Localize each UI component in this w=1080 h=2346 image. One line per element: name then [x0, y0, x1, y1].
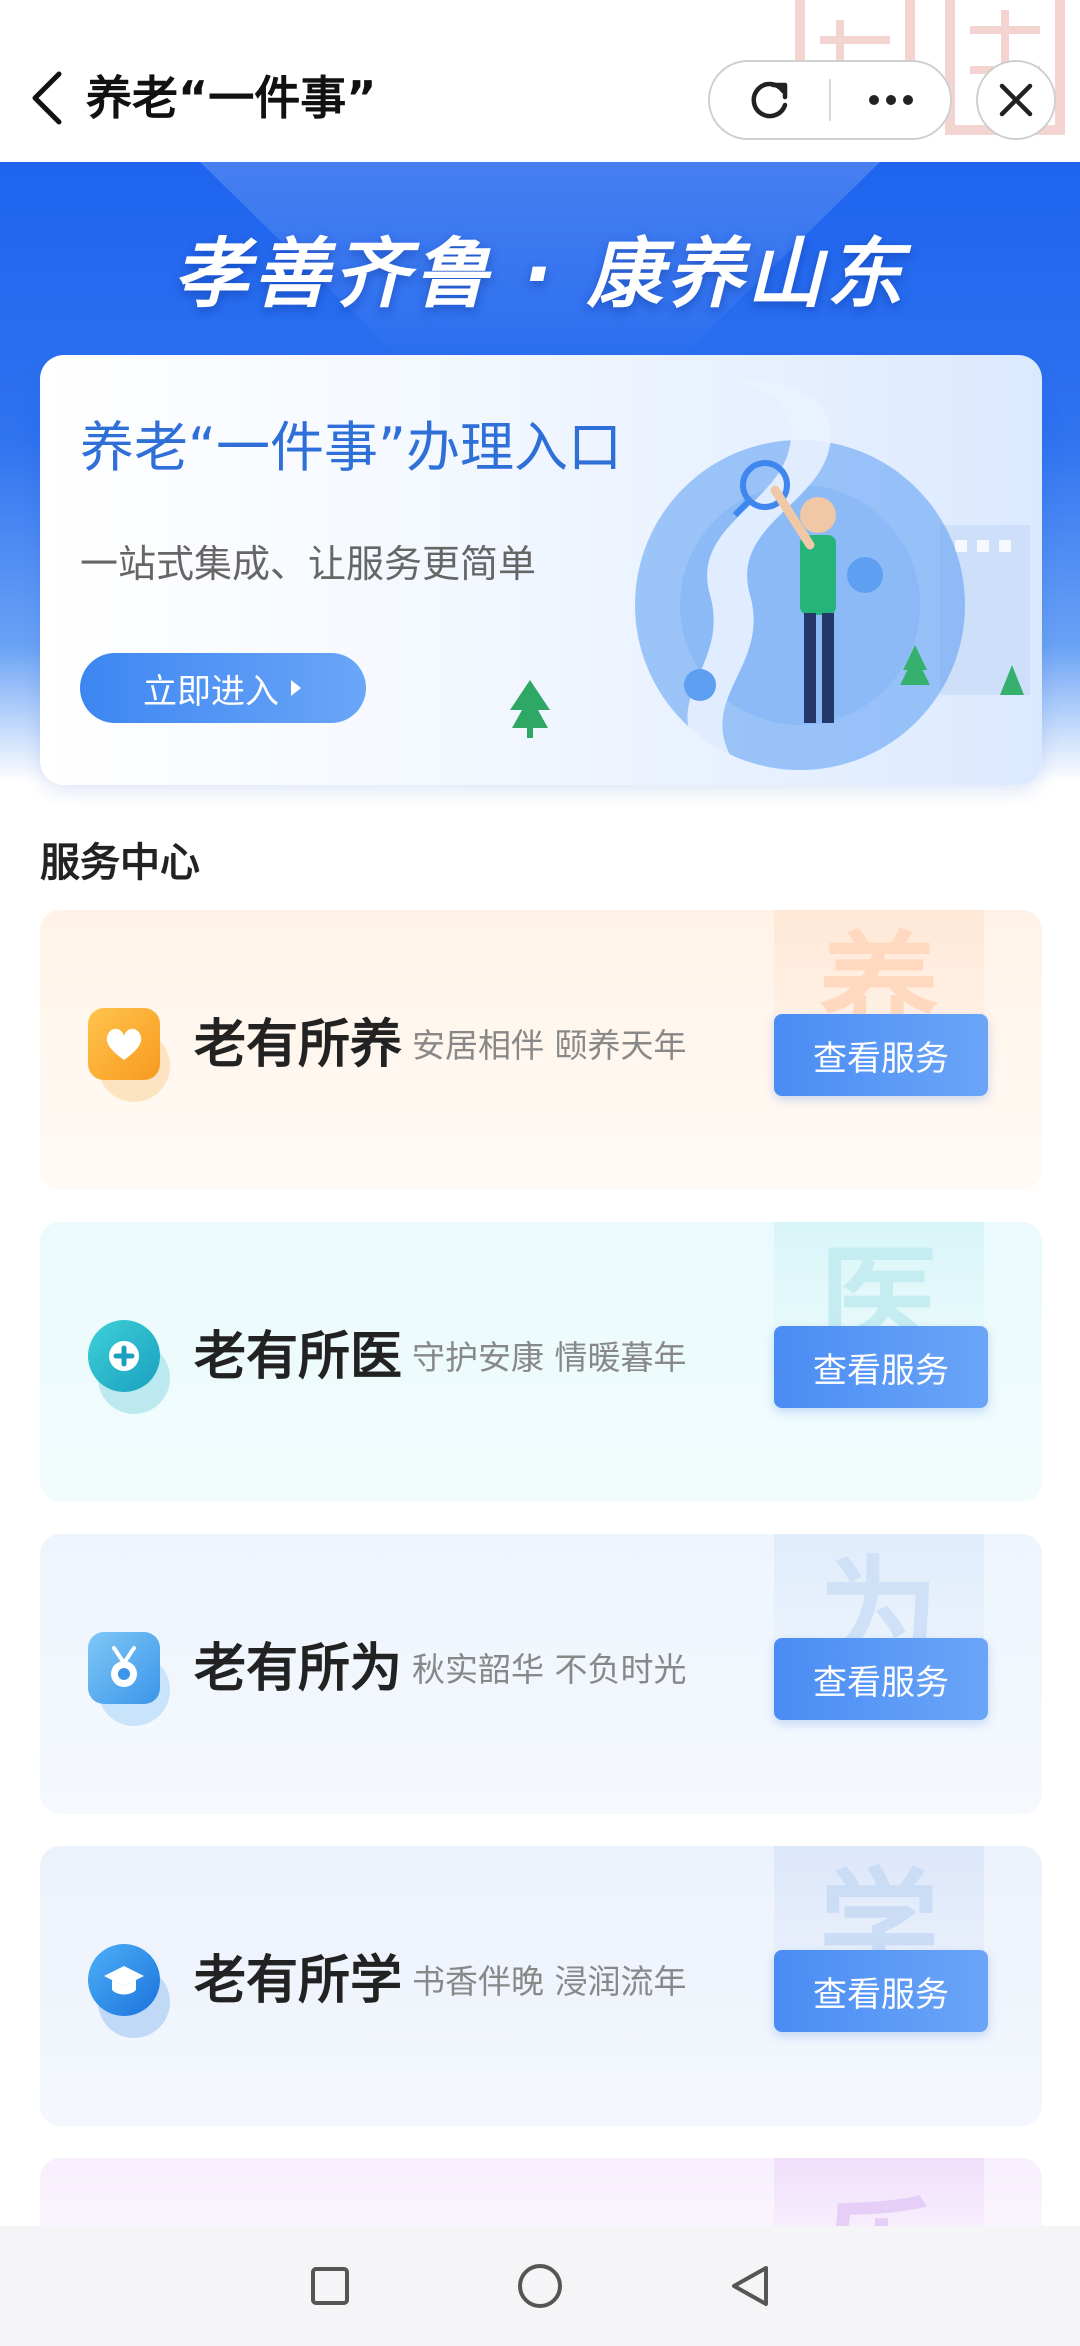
page-title: 养老“一件事” — [86, 71, 377, 125]
system-nav-bar — [0, 2226, 1080, 2346]
view-service-button[interactable]: 查看服务 — [774, 1326, 988, 1408]
service-name: 老有所学 — [194, 1951, 403, 2011]
triangle-back-icon — [732, 2266, 768, 2306]
enter-now-button[interactable]: 立即进入 — [80, 653, 366, 723]
hero-slogan: 孝善齐鲁 · 康养山东 — [173, 229, 907, 318]
back-button[interactable] — [20, 62, 72, 134]
service-center-title: 服务中心 — [40, 840, 200, 886]
medical-plus-icon — [88, 1320, 160, 1392]
caret-right-icon — [291, 680, 301, 696]
graduation-cap-icon — [88, 1944, 160, 2016]
service-card-contribution[interactable]: 为 老有所为 秋实韶华 不负时光 查看服务 — [40, 1534, 1042, 1814]
refresh-icon — [751, 81, 787, 119]
entry-subtitle: 一站式集成、让服务更简单 — [80, 542, 537, 586]
more-button[interactable] — [831, 62, 950, 138]
mini-program-capsule — [708, 60, 952, 140]
watermark-char: 乐 — [774, 2158, 984, 2226]
system-back-button[interactable] — [720, 2256, 780, 2316]
view-service-button[interactable]: 查看服务 — [774, 1638, 988, 1720]
medal-icon — [88, 1632, 160, 1704]
service-name: 老有所养 — [194, 1015, 403, 1075]
enter-now-label: 立即进入 — [143, 671, 279, 712]
service-desc: 秋实韶华 不负时光 — [412, 1650, 687, 1689]
square-icon — [311, 2267, 349, 2305]
refresh-button[interactable] — [710, 62, 829, 138]
service-desc: 守护安康 情暖暮年 — [412, 1338, 687, 1377]
service-desc: 书香伴晚 浸润流年 — [412, 1962, 687, 2001]
tree-icon — [510, 680, 550, 738]
service-card-medical[interactable]: 医 老有所医 守护安康 情暖暮年 查看服务 — [40, 1222, 1042, 1502]
service-desc: 安居相伴 颐养天年 — [412, 1026, 687, 1065]
service-card-elderly-care[interactable]: 养 老有所养 安居相伴 颐养天年 查看服务 — [40, 910, 1042, 1190]
service-name: 老有所医 — [194, 1327, 403, 1387]
view-service-button[interactable]: 查看服务 — [774, 1014, 988, 1096]
entry-card[interactable]: 养老“一件事”办理入口 一站式集成、让服务更简单 立即进入 — [40, 355, 1042, 785]
top-bar: 养老“一件事” — [0, 0, 1080, 162]
service-card-leisure[interactable]: 乐 — [40, 2158, 1042, 2226]
close-icon — [999, 83, 1033, 117]
close-button[interactable] — [976, 60, 1056, 140]
back-arrow-icon — [32, 71, 62, 125]
circle-icon — [518, 2264, 562, 2308]
view-service-button[interactable]: 查看服务 — [774, 1950, 988, 2032]
service-illustration — [635, 377, 1030, 770]
more-icon — [868, 95, 913, 105]
recent-apps-button[interactable] — [300, 2256, 360, 2316]
service-name: 老有所为 — [194, 1639, 403, 1699]
heart-icon — [88, 1008, 160, 1080]
home-button[interactable] — [510, 2256, 570, 2316]
service-card-learning[interactable]: 学 老有所学 书香伴晚 浸润流年 查看服务 — [40, 1846, 1042, 2126]
entry-title: 养老“一件事”办理入口 — [80, 416, 622, 479]
